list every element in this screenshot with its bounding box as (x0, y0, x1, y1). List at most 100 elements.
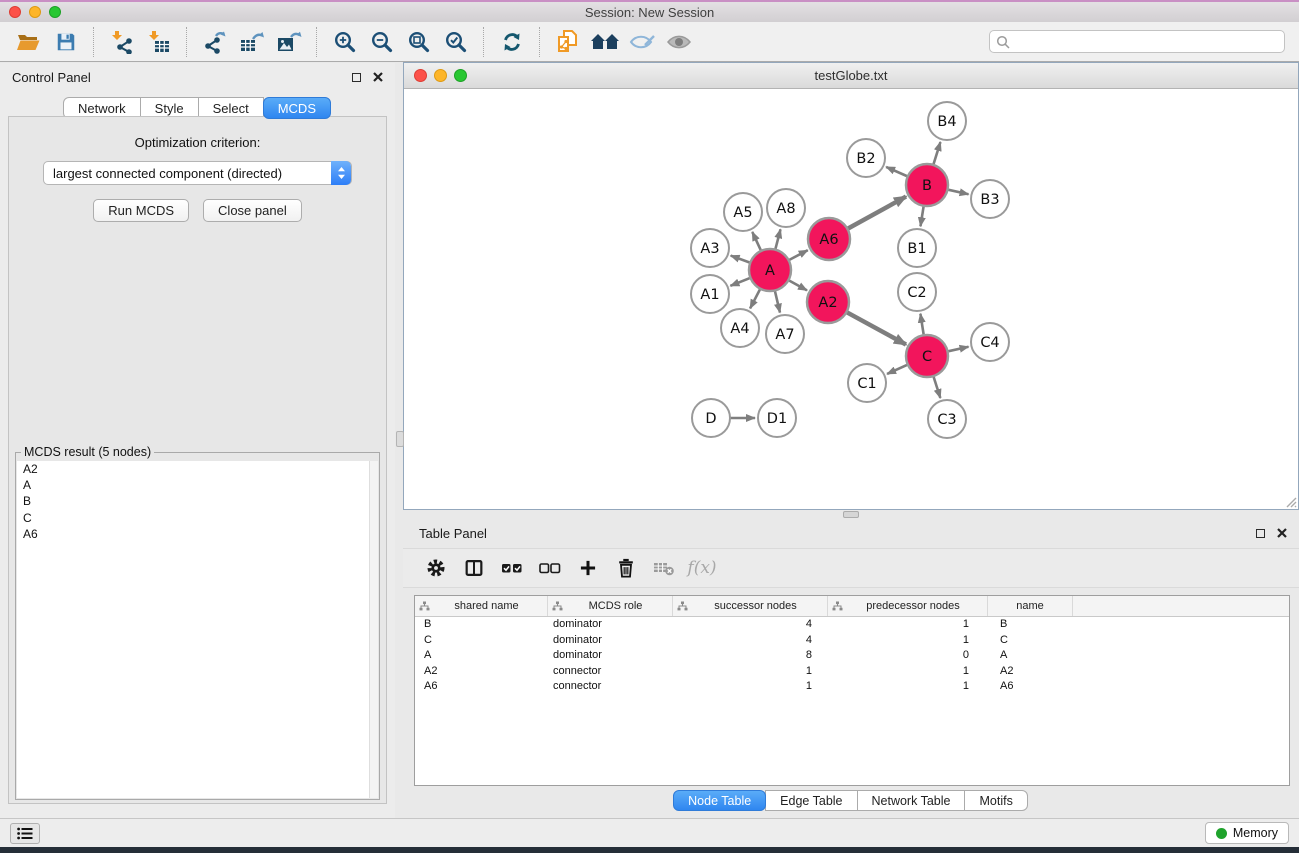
tab-mcds[interactable]: MCDS (263, 97, 331, 119)
table-tab-edge-table[interactable]: Edge Table (765, 790, 857, 811)
result-item[interactable]: B (17, 493, 378, 509)
node-A4[interactable]: A4 (721, 309, 759, 347)
open-session-button[interactable] (10, 25, 47, 59)
node-A2[interactable]: A2 (807, 281, 849, 323)
table-tab-motifs[interactable]: Motifs (964, 790, 1027, 811)
cell-name[interactable]: A2 (988, 664, 1073, 680)
zoom-out-button[interactable] (363, 25, 400, 59)
edge-B-B3[interactable] (947, 190, 968, 195)
cell-shared-name[interactable]: A (415, 648, 548, 664)
column-header-shared-name[interactable]: shared name (415, 596, 548, 616)
run-mcds-button[interactable]: Run MCDS (93, 199, 189, 222)
cell-name[interactable]: C (988, 633, 1073, 649)
network-canvas[interactable]: B4B2BB3A5A8A6A3B1AA1C2A2A4A7C4CC1C3DD1 (404, 89, 1298, 509)
table-row[interactable]: Adominator80A (415, 648, 1289, 664)
node-A[interactable]: A (749, 249, 791, 291)
clone-network-button[interactable] (549, 25, 586, 59)
table-tab-network-table[interactable]: Network Table (857, 790, 966, 811)
network-window-title-bar[interactable]: testGlobe.txt (404, 63, 1298, 89)
import-table-button[interactable] (140, 25, 177, 59)
edge-A-A7[interactable] (775, 290, 780, 312)
cell-successor-nodes[interactable]: 4 (673, 617, 828, 633)
create-column-button[interactable] (569, 552, 607, 584)
cell-shared-name[interactable]: B (415, 617, 548, 633)
resize-grip-icon[interactable] (1283, 494, 1297, 508)
node-A3[interactable]: A3 (691, 229, 729, 267)
edge-B-B2[interactable] (886, 167, 908, 177)
cell-name[interactable]: A (988, 648, 1073, 664)
node-C4[interactable]: C4 (971, 323, 1009, 361)
edge-A-A8[interactable] (775, 229, 780, 249)
refresh-button[interactable] (493, 25, 530, 59)
edge-A-A5[interactable] (752, 232, 761, 251)
cell-shared-name[interactable]: C (415, 633, 548, 649)
cell-mcds-role[interactable]: connector (548, 679, 673, 695)
column-header-predecessor-nodes[interactable]: predecessor nodes (828, 596, 988, 616)
close-table-panel-icon[interactable] (1277, 528, 1287, 538)
node-B1[interactable]: B1 (898, 229, 936, 267)
zoom-network-window-button[interactable] (454, 69, 467, 82)
cell-predecessor-nodes[interactable]: 1 (828, 664, 988, 680)
node-C3[interactable]: C3 (928, 400, 966, 438)
table-row[interactable]: Cdominator41C (415, 633, 1289, 649)
node-A7[interactable]: A7 (766, 315, 804, 353)
table-row[interactable]: Bdominator41B (415, 617, 1289, 633)
import-network-button[interactable] (103, 25, 140, 59)
save-session-button[interactable] (47, 25, 84, 59)
table-row[interactable]: A2connector11A2 (415, 664, 1289, 680)
edge-A2-C[interactable] (846, 312, 905, 344)
cell-successor-nodes[interactable]: 8 (673, 648, 828, 664)
result-item[interactable]: A (17, 477, 378, 493)
edge-C-C3[interactable] (933, 376, 940, 398)
search-input[interactable] (1014, 35, 1278, 49)
close-window-button[interactable] (9, 6, 21, 18)
cell-mcds-role[interactable]: connector (548, 664, 673, 680)
cell-predecessor-nodes[interactable]: 1 (828, 679, 988, 695)
memory-button[interactable]: Memory (1205, 822, 1289, 844)
table-row[interactable]: A6connector11A6 (415, 679, 1289, 695)
edge-B-B4[interactable] (933, 142, 940, 165)
cell-successor-nodes[interactable]: 1 (673, 679, 828, 695)
edge-A-A2[interactable] (788, 280, 807, 290)
column-header-name[interactable]: name (988, 596, 1073, 616)
minimize-window-button[interactable] (29, 6, 41, 18)
close-panel-icon[interactable] (373, 72, 383, 82)
edge-C-C4[interactable] (947, 347, 968, 352)
edge-A-A6[interactable] (789, 250, 808, 260)
cell-name[interactable]: B (988, 617, 1073, 633)
node-C[interactable]: C (906, 335, 948, 377)
close-panel-button[interactable]: Close panel (203, 199, 302, 222)
node-B2[interactable]: B2 (847, 139, 885, 177)
export-table-button[interactable] (233, 25, 270, 59)
result-item[interactable]: A2 (17, 461, 378, 477)
column-header-mcds-role[interactable]: MCDS role (548, 596, 673, 616)
node-C2[interactable]: C2 (898, 273, 936, 311)
table-settings-button[interactable] (417, 552, 455, 584)
vertical-splitter-handle[interactable] (396, 431, 404, 447)
edge-A-A1[interactable] (730, 278, 750, 286)
node-A6[interactable]: A6 (808, 218, 850, 260)
edge-B-B1[interactable] (920, 206, 923, 227)
node-B[interactable]: B (906, 164, 948, 206)
cell-name[interactable]: A6 (988, 679, 1073, 695)
criterion-dropdown[interactable]: largest connected component (directed) (43, 161, 352, 185)
show-details-button[interactable] (660, 25, 697, 59)
delete-columns-button[interactable] (607, 552, 645, 584)
edge-C-C2[interactable] (920, 314, 923, 336)
zoom-fit-button[interactable] (400, 25, 437, 59)
node-table[interactable]: shared nameMCDS rolesuccessor nodesprede… (414, 595, 1290, 786)
cell-predecessor-nodes[interactable]: 1 (828, 633, 988, 649)
show-columns-button[interactable] (455, 552, 493, 584)
cell-mcds-role[interactable]: dominator (548, 633, 673, 649)
edge-C-C1[interactable] (887, 365, 908, 374)
result-item[interactable]: A6 (17, 526, 378, 542)
home-layout-button[interactable] (586, 25, 623, 59)
network-graph[interactable]: B4B2BB3A5A8A6A3B1AA1C2A2A4A7C4CC1C3DD1 (404, 89, 1298, 509)
cell-successor-nodes[interactable]: 1 (673, 664, 828, 680)
node-A5[interactable]: A5 (724, 193, 762, 231)
float-table-panel-icon[interactable] (1256, 529, 1265, 538)
export-image-button[interactable] (270, 25, 307, 59)
mcds-result-list[interactable]: A2ABCA6 (17, 461, 378, 798)
task-history-button[interactable] (10, 823, 40, 844)
close-network-window-button[interactable] (414, 69, 427, 82)
